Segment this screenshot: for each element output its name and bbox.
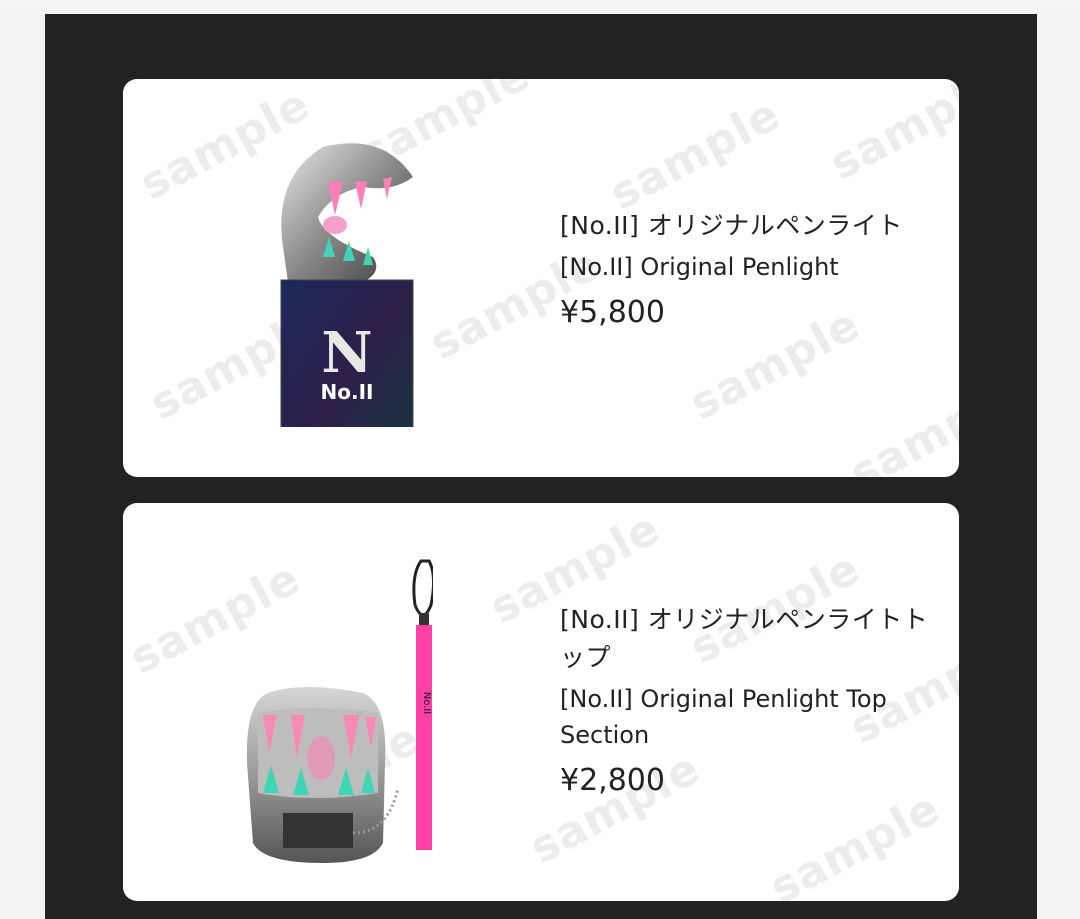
product-name-en[interactable]: [No.II] Original Penlight bbox=[560, 249, 890, 285]
product-name-en[interactable]: [No.II] Original Penlight Top Section bbox=[560, 681, 890, 753]
penlight-product-image[interactable]: N No.II bbox=[263, 137, 423, 427]
svg-text:No.II: No.II bbox=[321, 380, 374, 404]
svg-text:N: N bbox=[321, 320, 372, 386]
product-name-ja[interactable]: [No.II] オリジナルペンライトトップ bbox=[560, 601, 930, 677]
product-card-penlight[interactable]: sample sample sample sample sample sampl… bbox=[123, 79, 959, 477]
product-info: [No.II] オリジナルペンライト [No.II] Original Penl… bbox=[560, 207, 903, 333]
page-top-bar bbox=[0, 0, 1080, 14]
product-card-penlight-top[interactable]: sample sample sample sample sample sampl… bbox=[123, 503, 959, 901]
penlight-top-product-image[interactable]: No.II bbox=[233, 553, 433, 873]
product-price: ¥5,800 bbox=[560, 295, 665, 330]
svg-text:No.II: No.II bbox=[421, 692, 432, 715]
product-info: [No.II] オリジナルペンライトトップ [No.II] Original P… bbox=[560, 601, 930, 801]
product-price: ¥2,800 bbox=[560, 763, 665, 798]
product-name-ja[interactable]: [No.II] オリジナルペンライト bbox=[560, 207, 903, 245]
